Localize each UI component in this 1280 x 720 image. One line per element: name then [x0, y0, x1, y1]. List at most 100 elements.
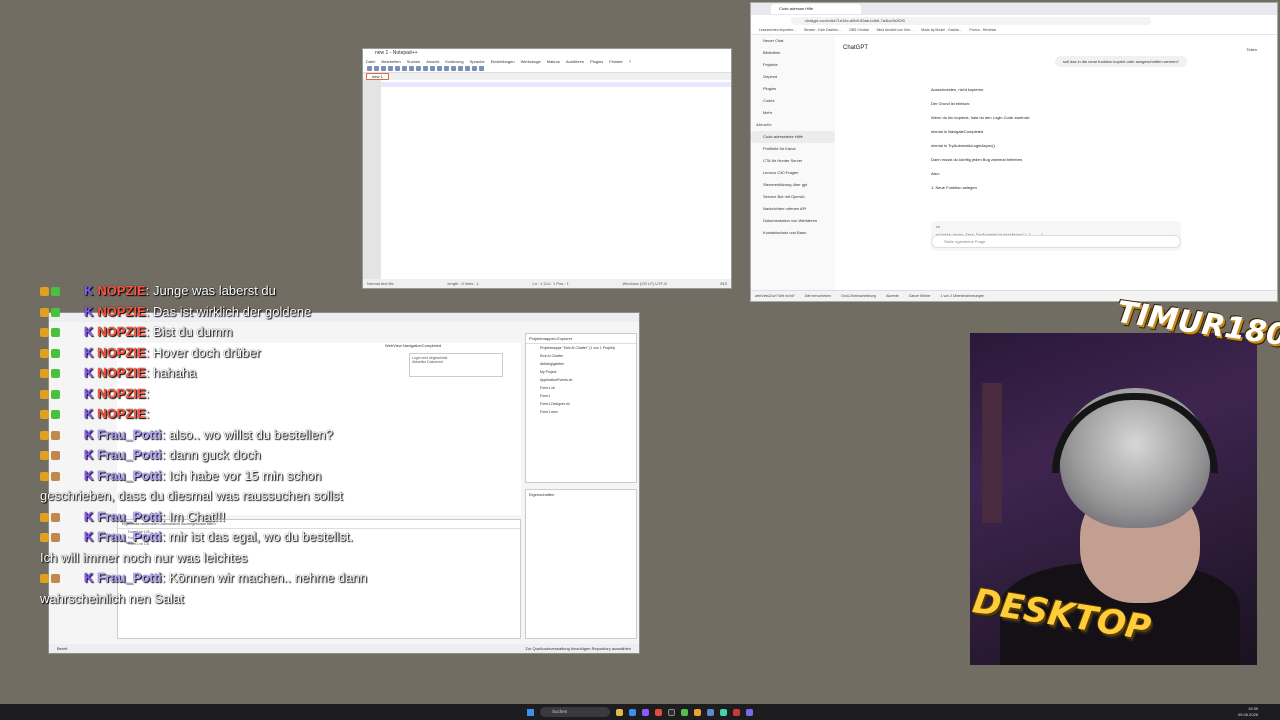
menu-item[interactable]: Datei [366, 58, 375, 65]
app-blue-icon[interactable] [707, 708, 714, 716]
save-icon[interactable] [381, 66, 386, 71]
sidebar-item[interactable]: Codex [751, 95, 835, 107]
chat-username[interactable]: NOPZIE [97, 386, 145, 401]
solution-node[interactable]: Form1.Designer.vb [526, 400, 636, 408]
solution-node[interactable]: My Project [526, 368, 636, 376]
chat-username[interactable]: Frau_Potti [97, 509, 161, 524]
replace-icon[interactable] [451, 66, 456, 71]
menu-item[interactable]: Suchen [407, 58, 421, 65]
solution-node[interactable]: Form1.vb [526, 384, 636, 392]
obs-icon[interactable] [668, 708, 675, 716]
recent-chat-item[interactable]: Kontaktschutz und Bann [751, 227, 835, 239]
app-red-icon[interactable] [655, 708, 662, 716]
menu-item[interactable]: Plugins [590, 58, 603, 65]
paste-icon[interactable] [423, 66, 428, 71]
sidebar-item[interactable]: Gepinnt [751, 71, 835, 83]
menu-item[interactable]: Sprache [470, 58, 485, 65]
find-option[interactable]: Alle hervorheben [805, 291, 831, 301]
menu-item[interactable]: Werkzeuge [521, 58, 541, 65]
app-red2-icon[interactable] [733, 708, 740, 716]
chat-username[interactable]: NOPZIE [97, 324, 145, 339]
app-teal-icon[interactable] [720, 708, 727, 716]
redo-icon[interactable] [437, 66, 442, 71]
sidebar-item[interactable]: Neuer Chat [751, 35, 835, 47]
new-file-icon[interactable] [367, 66, 372, 71]
edge-icon[interactable] [629, 708, 636, 716]
bookmark-item[interactable]: Promo - Reviews [969, 26, 996, 34]
solution-node[interactable]: Abhängigkeiten [526, 360, 636, 368]
chat-username[interactable]: NOPZIE [97, 283, 145, 298]
record-icon[interactable] [472, 66, 477, 71]
recent-chat-item[interactable]: Service Bot mit OpenAI [751, 191, 835, 203]
bookmark-item[interactable]: Mind Ansicht von Sen... [877, 26, 914, 34]
bookmark-item[interactable]: Lesezeichen importier... [759, 26, 796, 34]
menu-item[interactable]: Fenster [609, 58, 623, 65]
copy-icon[interactable] [416, 66, 421, 71]
menu-item[interactable]: Einstellungen [491, 58, 515, 65]
menu-item[interactable]: Ansicht [426, 58, 439, 65]
status-source-control[interactable]: Zur Quellcodeverwaltung hinzufügen Repos… [525, 644, 631, 653]
prompt-input[interactable]: Stelle irgendeine Frage [931, 235, 1181, 248]
bookmark-item[interactable]: Stream - Kick Dashbo... [804, 26, 841, 34]
notepad-window[interactable]: new 1 - Notepad++ Datei Bearbeiten Suchen A… [362, 48, 732, 289]
open-icon[interactable] [374, 66, 379, 71]
address-bar[interactable]: chatgpt.com/c/6a71e34c-a0b9-83ab-b4b6-7a… [791, 16, 1151, 25]
find-option[interactable]: 1 von 2 Übereinstimmungen [941, 291, 985, 301]
bookmark-item[interactable]: Mods by Model - Gadda... [921, 26, 961, 34]
notepadpp-icon[interactable] [681, 708, 688, 716]
cut-icon[interactable] [409, 66, 414, 71]
firefox-icon[interactable] [694, 708, 701, 716]
browser-window[interactable]: Code-adresse Hilfe chatgpt.com/c/6a71e34… [750, 2, 1278, 302]
menu-item[interactable]: Kodierung [445, 58, 463, 65]
taskbar-search[interactable]: Suchen [540, 707, 610, 717]
sidebar-item[interactable]: Mehr [751, 107, 835, 119]
recent-chat-item[interactable]: Profilbild für Kanal [751, 143, 835, 155]
recent-chat-item[interactable]: Lenovo C30 Fragen [751, 167, 835, 179]
find-option[interactable]: Ganze Wörter [909, 291, 931, 301]
menu-item[interactable]: Bearbeiten [381, 58, 400, 65]
vs-icon[interactable] [642, 708, 649, 716]
solution-node[interactable]: Kick AI Chatter [526, 352, 636, 360]
notepad-toolbar[interactable] [363, 65, 731, 73]
recent-chat-item[interactable]: Steuererklärung über gpt [751, 179, 835, 191]
recent-chat-item[interactable]: Nachrichten rufenen API [751, 203, 835, 215]
recent-chat-item[interactable]: Dokumentation von Werfahren [751, 215, 835, 227]
find-icon[interactable] [444, 66, 449, 71]
solution-node[interactable]: Form1.resx [526, 408, 636, 416]
chat-username[interactable]: NOPZIE [97, 365, 145, 380]
bookmark-item[interactable]: OBS Central [849, 26, 869, 34]
chat-username[interactable]: NOPZIE [97, 304, 145, 319]
zoom-out-icon[interactable] [465, 66, 470, 71]
sidebar-item[interactable]: Bibliothek [751, 47, 835, 59]
chat-username[interactable]: Frau_Potti [97, 529, 161, 544]
solution-node[interactable]: Form1 [526, 392, 636, 400]
find-option[interactable]: Groß-/Kleinschreibung [841, 291, 876, 301]
chat-username[interactable]: Frau_Potti [97, 427, 161, 442]
notepad-editor[interactable] [363, 80, 731, 279]
chat-username[interactable]: Frau_Potti [97, 447, 161, 462]
sidebar-item[interactable]: Projekte [751, 59, 835, 71]
play-icon[interactable] [479, 66, 484, 71]
browser-tab[interactable]: Code-adresse Hilfe [771, 4, 861, 14]
close-icon[interactable] [395, 66, 400, 71]
chat-username[interactable]: Frau_Potti [97, 468, 161, 483]
explorer-icon[interactable] [616, 708, 623, 716]
menu-item[interactable]: Ausführen [566, 58, 584, 65]
find-input[interactable]: webView21w? Wie nicht? [755, 291, 795, 301]
undo-icon[interactable] [430, 66, 435, 71]
chat-username[interactable]: NOPZIE [97, 406, 145, 421]
model-selector[interactable]: ChatGPT [843, 45, 868, 51]
recent-chat-item[interactable]: Code-adressierte Hilfe [751, 131, 835, 143]
notepad-menu[interactable]: Datei Bearbeiten Suchen Ansicht Kodierung Spr… [363, 58, 731, 65]
recent-chat-item[interactable]: CTA für Hunter Server [751, 155, 835, 167]
print-icon[interactable] [402, 66, 407, 71]
start-icon[interactable] [527, 708, 534, 716]
chat-username[interactable]: NOPZIE [97, 345, 145, 360]
taskbar-clock[interactable]: 19:39 05.06.2026 [1238, 706, 1258, 718]
app-purple-icon[interactable] [746, 708, 753, 716]
share-button[interactable]: Teilen [1247, 47, 1257, 52]
save-all-icon[interactable] [388, 66, 393, 71]
chat-username[interactable]: Frau_Potti [97, 570, 161, 585]
menu-item[interactable]: ? [629, 58, 631, 65]
menu-item[interactable]: Makros [547, 58, 560, 65]
